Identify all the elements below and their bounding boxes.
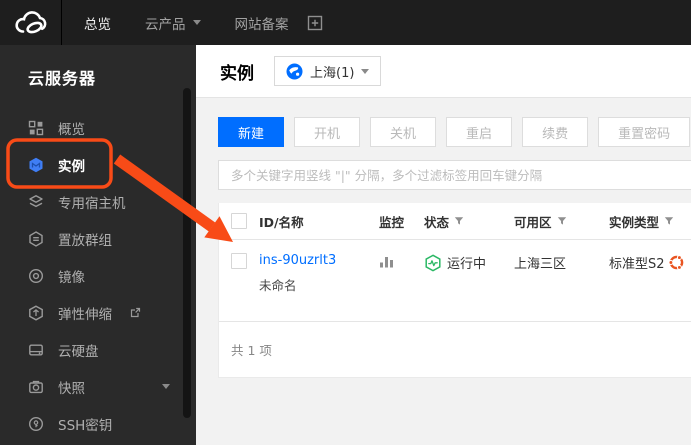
nav-item-cloud-products[interactable]: 云产品	[145, 13, 201, 33]
status-text: 运行中	[447, 257, 487, 272]
region-selector[interactable]: 上海(1)	[274, 56, 382, 86]
reset-password-button[interactable]: 重置密码	[598, 117, 691, 147]
filter-icon[interactable]	[454, 216, 464, 226]
nav-label: 云产品	[145, 16, 186, 33]
instance-table: ID/名称 监控 状态 可用区 实例类型 ins-90uzrlt3 未命名 运行…	[218, 203, 691, 378]
cloud-disk-icon	[29, 344, 43, 356]
instance-id-cell: ins-90uzrlt3 未命名	[259, 253, 379, 294]
autoscaling-icon	[29, 304, 43, 321]
topbar-nav: 总览 云产品 网站备案	[84, 13, 289, 33]
total-count-text: 共 1 项	[231, 343, 272, 358]
sidebar-item-label: 专用宿主机	[58, 195, 126, 212]
sidebar-item-label: 快照	[58, 380, 85, 397]
sidebar-item-overview[interactable]: 概览	[0, 109, 196, 146]
column-label: 状态	[424, 214, 450, 230]
sidebar-item-label: 云硬盘	[58, 343, 99, 360]
toolbar: 新建 开机 关机 重启 续费 重置密码	[218, 117, 691, 147]
create-button[interactable]: 新建	[218, 117, 285, 147]
chevron-down-icon[interactable]	[162, 384, 170, 389]
search-input[interactable]	[231, 167, 691, 183]
row-checkbox[interactable]	[231, 253, 247, 269]
overview-icon	[28, 120, 44, 135]
row-select-cell	[219, 253, 259, 269]
tencent-cloud-logo[interactable]	[0, 0, 62, 45]
instance-name: 未命名	[259, 278, 297, 293]
placement-group-icon	[29, 230, 43, 247]
filter-icon[interactable]	[557, 216, 567, 226]
sidebar-menu: 概览 实例 专用宿主机 置放群组 镜像 弹性伸缩 云硬盘 快照 SSH密钥	[0, 109, 196, 442]
image-icon	[28, 268, 44, 283]
instance-icon	[29, 157, 43, 172]
start-button[interactable]: 开机	[294, 117, 361, 147]
status-cell: 运行中	[424, 253, 514, 272]
snapshot-icon	[29, 380, 43, 393]
region-label: 上海(1)	[310, 65, 355, 81]
sidebar-item-label: 置放群组	[58, 232, 112, 249]
column-header-monitor: 监控	[379, 212, 424, 231]
add-to-console-button[interactable]	[307, 15, 323, 31]
sidebar-item-label: 镜像	[58, 269, 85, 286]
topbar: 总览 云产品 网站备案	[0, 0, 691, 45]
select-all-checkbox[interactable]	[231, 213, 247, 229]
column-label: 监控	[379, 214, 405, 230]
chevron-down-icon	[192, 20, 201, 25]
column-header-id-name[interactable]: ID/名称	[259, 212, 379, 231]
renew-button[interactable]: 续费	[522, 117, 589, 147]
external-link-icon	[130, 307, 141, 318]
sidebar-item-ssh-keys[interactable]: SSH密钥	[0, 405, 196, 442]
page-title: 实例	[220, 63, 254, 84]
nav-item-icp-filing[interactable]: 网站备案	[235, 13, 289, 33]
content-header: 实例 上海(1)	[196, 45, 691, 98]
column-label: 可用区	[514, 214, 552, 230]
sidebar-item-auto-scaling[interactable]: 弹性伸缩	[0, 294, 196, 331]
chevron-down-icon	[361, 68, 370, 74]
table-footer: 共 1 项	[219, 322, 691, 377]
sidebar-product-title: 云服务器	[28, 69, 97, 88]
plus-square-icon	[307, 15, 322, 30]
zone-cell: 上海三区	[514, 253, 609, 272]
ubuntu-logo-icon	[667, 255, 683, 270]
bar-chart-icon[interactable]	[379, 254, 424, 269]
table-row: ins-90uzrlt3 未命名 运行中 上海三区 标准型S2	[219, 240, 691, 322]
sidebar-scrollbar[interactable]	[183, 88, 191, 418]
instance-id-link[interactable]: ins-90uzrlt3	[259, 253, 379, 268]
ssh-key-icon	[28, 416, 44, 431]
sidebar-item-label: 概览	[58, 121, 85, 138]
shutdown-button[interactable]: 关机	[370, 117, 437, 147]
content-body: 新建 开机 关机 重启 续费 重置密码 ID/名称 监控 状态	[196, 98, 691, 445]
zone-text: 上海三区	[514, 257, 567, 272]
sidebar-item-placement-groups[interactable]: 置放群组	[0, 220, 196, 257]
sidebar-item-cloud-disks[interactable]: 云硬盘	[0, 331, 196, 368]
sidebar-item-label: 实例	[58, 158, 85, 175]
filter-icon[interactable]	[664, 216, 674, 226]
column-label: 实例类型	[609, 214, 660, 230]
column-label: ID/名称	[259, 214, 304, 230]
nav-label: 总览	[84, 16, 111, 33]
sidebar-item-label: 弹性伸缩	[58, 306, 112, 323]
column-header-zone: 可用区	[514, 212, 609, 231]
select-all-cell	[219, 213, 259, 229]
sidebar: 云服务器 概览 实例 专用宿主机 置放群组 镜像 弹性伸缩 云硬盘 快照 SSH…	[0, 45, 196, 445]
table-header-row: ID/名称 监控 状态 可用区 实例类型	[219, 203, 691, 240]
instance-type-cell: 标准型S2	[609, 253, 691, 272]
instance-type-text: 标准型S2	[609, 257, 665, 272]
monitor-cell	[379, 253, 424, 269]
cloud-logo-icon	[14, 10, 46, 33]
dedicated-host-icon	[29, 194, 43, 207]
globe-icon	[286, 63, 303, 79]
sidebar-item-label: SSH密钥	[58, 417, 113, 434]
search-box	[218, 160, 691, 190]
sidebar-item-dedicated-hosts[interactable]: 专用宿主机	[0, 183, 196, 220]
nav-label: 网站备案	[234, 16, 289, 33]
column-header-status: 状态	[424, 212, 514, 231]
sidebar-item-instances[interactable]: 实例	[0, 146, 196, 183]
sidebar-item-images[interactable]: 镜像	[0, 257, 196, 294]
sidebar-item-snapshots[interactable]: 快照	[0, 368, 196, 405]
nav-item-overview[interactable]: 总览	[84, 13, 111, 33]
running-hexagon-icon	[425, 253, 441, 272]
restart-button[interactable]: 重启	[446, 117, 513, 147]
column-header-instance-type: 实例类型	[609, 212, 691, 231]
